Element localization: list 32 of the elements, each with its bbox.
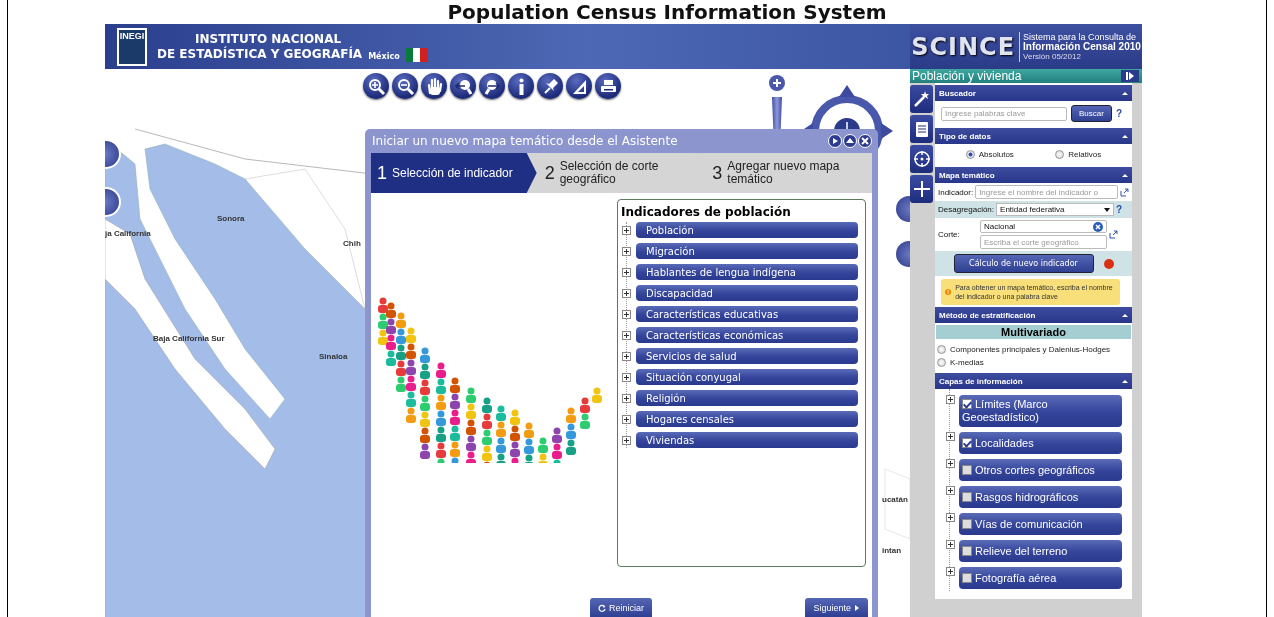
map-label: Chih <box>343 239 361 248</box>
section-title: Capas de información <box>939 376 1023 386</box>
method-label: Multivariado <box>936 325 1131 339</box>
option-label: Relativos <box>1068 150 1102 159</box>
country-label: México <box>368 51 400 62</box>
map-label: Sinaloa <box>319 352 348 361</box>
map-label: Baja California Sur <box>153 334 225 343</box>
map-label: Sonora <box>217 214 245 223</box>
dialog-title: Iniciar un nuevo mapa temático desde el Asistente <box>372 134 678 148</box>
option-label: Absolutos <box>978 150 1014 159</box>
panel-title: Indicadores de población <box>621 205 792 219</box>
field-label: Desagregación: <box>938 205 995 214</box>
map-label: ucatán <box>882 495 908 504</box>
map-label: intan <box>882 546 902 555</box>
app-subtitle: Sistema para la Consulta de <box>1023 31 1137 42</box>
section-title: Buscador <box>939 88 976 98</box>
option-label: Componentes principales y Dalenius-Hodges <box>950 345 1111 354</box>
map-label: ja California <box>105 229 151 238</box>
app-subtitle: Información Censal 2010 <box>1023 41 1141 52</box>
org-name: INSTITUTO NACIONAL <box>194 31 343 46</box>
version-label: Versión 05/2012 <box>1023 51 1082 62</box>
option-label: K-medias <box>950 358 984 367</box>
panel-title: Población y vivienda <box>912 69 1022 83</box>
field-label: Corte: <box>938 230 961 239</box>
section-title: Método de estratificación <box>939 310 1036 320</box>
field-label: Indicador: <box>938 187 974 197</box>
section-title: Tipo de datos <box>939 131 991 141</box>
app-logo: SCINCE <box>911 31 1016 63</box>
page-title: Population Census Information System <box>446 0 887 24</box>
section-title: Mapa temático <box>939 170 995 180</box>
logo: INEGI <box>117 27 147 66</box>
org-name: DE ESTADÍSTICA Y GEOGRAFÍA <box>157 46 363 62</box>
